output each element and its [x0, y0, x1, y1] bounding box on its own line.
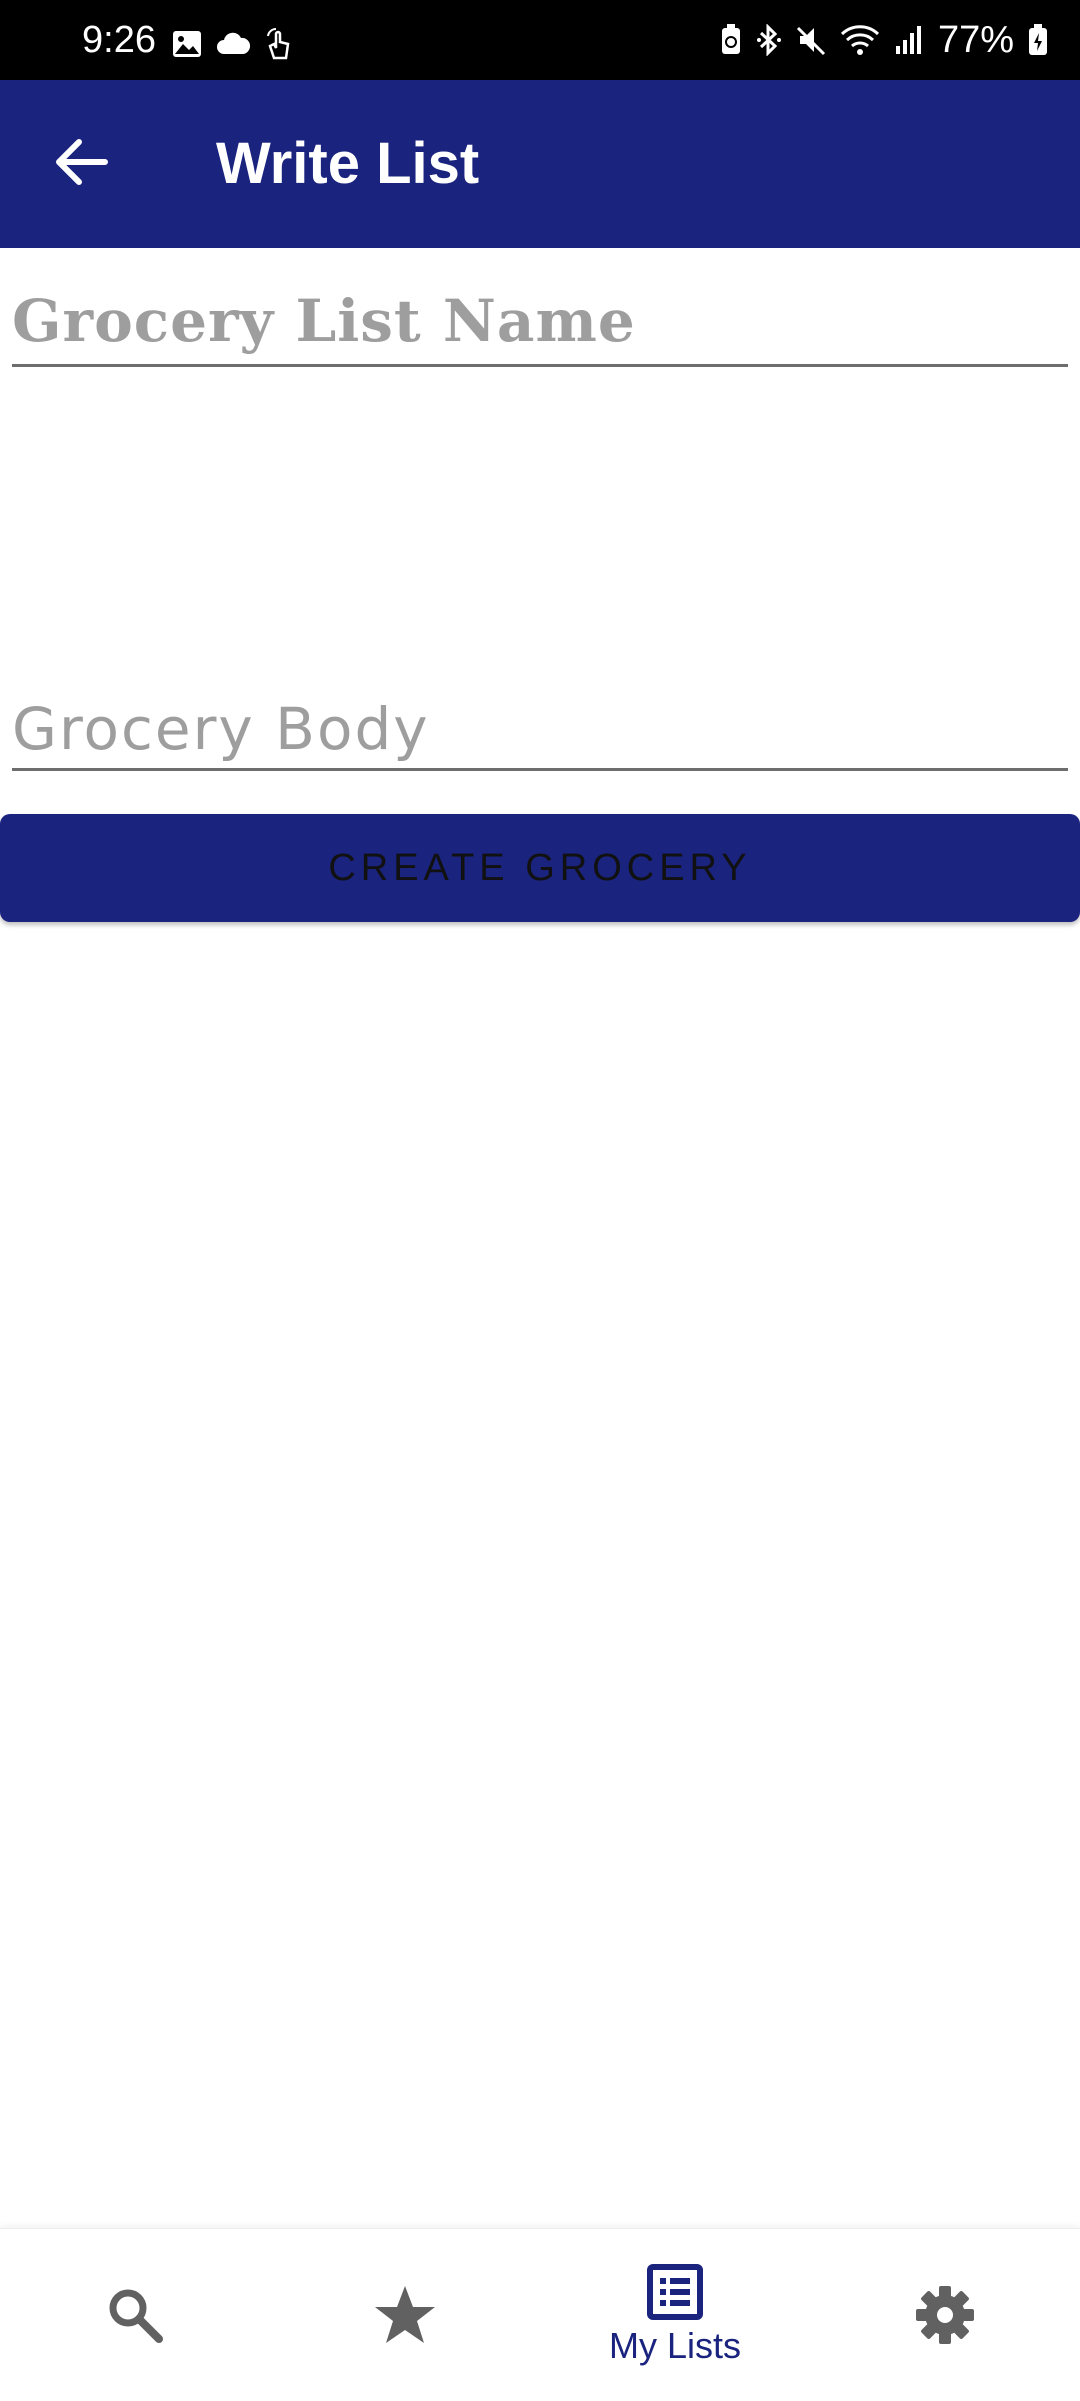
bottom-navigation: My Lists: [0, 2228, 1080, 2401]
battery-percentage: 77%: [937, 19, 1014, 61]
nav-item-search[interactable]: [0, 2229, 270, 2401]
arrow-back-icon: [55, 138, 109, 191]
grocery-body-field[interactable]: [12, 690, 1068, 771]
nav-item-my-lists[interactable]: My Lists: [540, 2229, 810, 2401]
app-bar: Write List: [0, 80, 1080, 248]
wifi-icon: [840, 24, 880, 56]
nav-item-settings[interactable]: [810, 2229, 1080, 2401]
bluetooth-icon: [756, 24, 782, 56]
list-icon: [647, 2264, 703, 2320]
page-title: Write List: [216, 131, 480, 196]
mute-icon: [796, 24, 826, 56]
battery-icon: [1028, 24, 1048, 56]
grocery-list-name-field[interactable]: [12, 278, 1068, 367]
star-icon: [373, 2284, 437, 2346]
nav-label-my-lists: My Lists: [608, 2325, 741, 2366]
signal-icon: [894, 24, 924, 56]
gear-icon: [914, 2284, 976, 2346]
status-bar: 9:26 77%: [0, 0, 1080, 80]
gesture-icon: [264, 28, 294, 60]
search-icon: [105, 2285, 165, 2345]
battery-saver-icon: [720, 24, 742, 56]
status-time: 9:26: [82, 19, 156, 61]
cloud-icon: [216, 32, 250, 56]
nav-item-favorites[interactable]: [270, 2229, 540, 2401]
gallery-icon: [172, 30, 202, 58]
create-grocery-button[interactable]: CREATE GROCERY: [0, 814, 1080, 922]
back-button[interactable]: [40, 122, 124, 206]
